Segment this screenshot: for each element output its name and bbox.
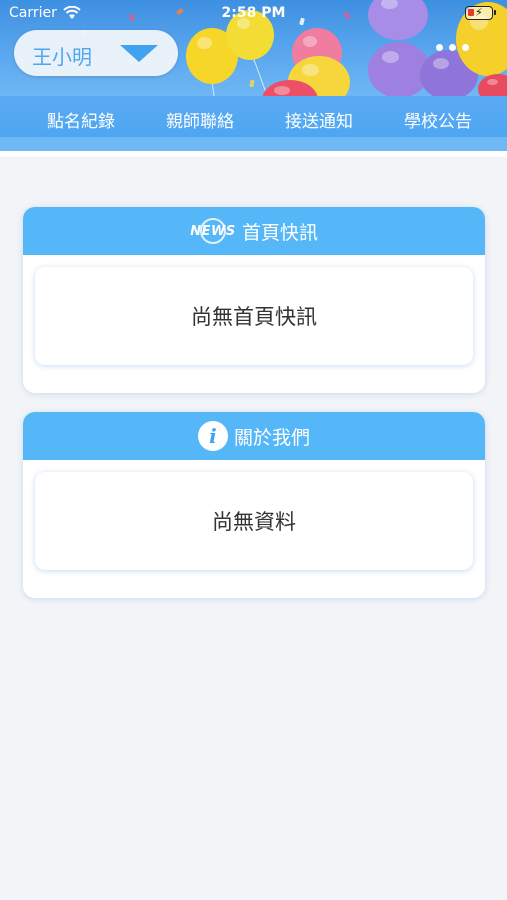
- chevron-down-icon: [120, 45, 158, 62]
- news-card-title: 首頁快訊: [241, 221, 318, 244]
- news-card: NEWS 首頁快訊 尚無首頁快訊: [23, 207, 485, 393]
- about-card: i 關於我們 尚無資料: [23, 412, 485, 598]
- tab-parent-teacher[interactable]: 親師聯絡: [145, 107, 255, 132]
- balloon-decoration: [478, 74, 507, 96]
- news-card-header: NEWS 首頁快訊: [23, 207, 485, 255]
- info-icon: i: [197, 421, 228, 451]
- tab-bar: 點名紀錄 親師聯絡 接送通知 學校公告: [0, 96, 507, 151]
- confetti-decoration: [249, 79, 255, 88]
- about-card-title: 關於我們: [233, 426, 310, 449]
- battery-icon: ⚡: [465, 6, 496, 20]
- tab-attendance[interactable]: 點名紀錄: [26, 107, 136, 132]
- news-globe-icon: NEWS: [190, 217, 236, 245]
- news-empty-message: 尚無首頁快訊: [35, 267, 473, 365]
- selected-student-name: 王小明: [32, 45, 92, 69]
- more-options-icon[interactable]: [436, 44, 469, 51]
- about-card-header: i 關於我們: [23, 412, 485, 460]
- header-divider: [0, 151, 507, 157]
- tab-school-announcements[interactable]: 學校公告: [383, 107, 493, 132]
- about-empty-message: 尚無資料: [35, 472, 473, 570]
- student-selector[interactable]: 王小明: [14, 30, 178, 76]
- status-bar: Carrier 2:58 PM ⚡: [0, 0, 507, 28]
- status-time: 2:58 PM: [221, 5, 286, 21]
- tab-pickup-notice[interactable]: 接送通知: [264, 107, 374, 132]
